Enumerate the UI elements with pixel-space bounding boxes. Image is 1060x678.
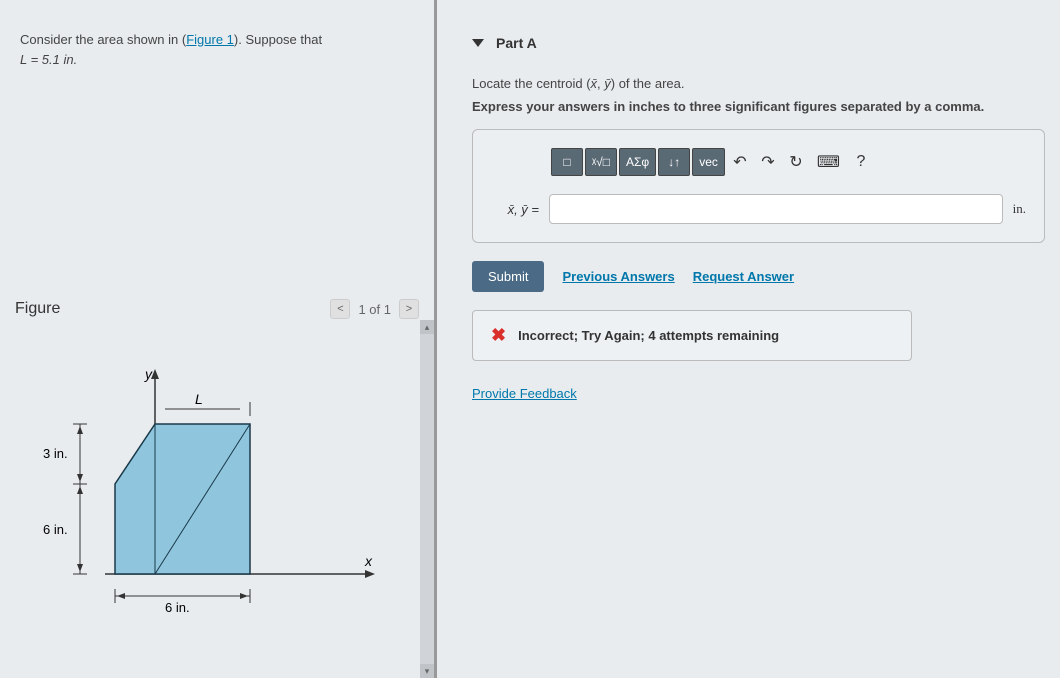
figure-scrollbar[interactable]: ▴ ▾ <box>420 320 434 678</box>
figure-next-button[interactable]: > <box>399 299 419 319</box>
scroll-up-icon[interactable]: ▴ <box>420 320 434 334</box>
unit-label: in. <box>1013 201 1026 217</box>
scroll-down-icon[interactable]: ▾ <box>420 664 434 678</box>
answer-box: □ ᵡ√□ ΑΣφ ↓↑ vec ↶ ↷ ↻ ⌨ ? x̄, ȳ = in. <box>472 129 1045 243</box>
problem-statement: Consider the area shown in (Figure 1). S… <box>15 20 419 94</box>
tool-undo[interactable]: ↶ <box>727 148 753 176</box>
tool-help[interactable]: ? <box>848 148 874 176</box>
incorrect-icon: ✖ <box>491 325 506 346</box>
figure-image: y x L 3 in. <box>15 324 419 634</box>
equation-toolbar: □ ᵡ√□ ΑΣφ ↓↑ vec ↶ ↷ ↻ ⌨ ? <box>551 148 1026 176</box>
tool-vec[interactable]: vec <box>692 148 725 176</box>
tool-root[interactable]: ᵡ√□ <box>585 148 617 176</box>
tool-template[interactable]: □ <box>551 148 583 176</box>
tool-redo[interactable]: ↷ <box>755 148 781 176</box>
tool-arrows[interactable]: ↓↑ <box>658 148 690 176</box>
figure-title: Figure <box>15 300 60 318</box>
feedback-box: ✖ Incorrect; Try Again; 4 attempts remai… <box>472 310 912 361</box>
instruction-locate: Locate the centroid (x̄, ȳ) of the area. <box>472 76 1045 91</box>
figure-link[interactable]: Figure 1 <box>186 32 234 47</box>
dim-L: L <box>195 391 203 407</box>
part-title: Part A <box>496 35 537 51</box>
dim-6in-h: 6 in. <box>165 600 190 614</box>
answer-input[interactable] <box>549 194 1003 224</box>
problem-prefix: Consider the area shown in ( <box>20 32 186 47</box>
previous-answers-link[interactable]: Previous Answers <box>562 269 674 284</box>
problem-suffix: ). Suppose that <box>234 32 322 47</box>
figure-prev-button[interactable]: < <box>330 299 350 319</box>
collapse-icon[interactable] <box>472 39 484 47</box>
submit-button[interactable]: Submit <box>472 261 544 292</box>
axis-x-label: x <box>364 553 373 569</box>
problem-equation: L = 5.1 in. <box>20 52 77 67</box>
input-label: x̄, ȳ = <box>491 202 539 217</box>
figure-nav-label: 1 of 1 <box>358 302 391 317</box>
feedback-text: Incorrect; Try Again; 4 attempts remaini… <box>518 328 779 343</box>
tool-keyboard[interactable]: ⌨ <box>811 148 846 176</box>
provide-feedback-link[interactable]: Provide Feedback <box>472 386 577 401</box>
dim-6in-v: 6 in. <box>43 522 68 537</box>
tool-greek[interactable]: ΑΣφ <box>619 148 656 176</box>
dim-3in: 3 in. <box>43 446 68 461</box>
request-answer-link[interactable]: Request Answer <box>693 269 794 284</box>
instruction-express: Express your answers in inches to three … <box>472 99 1045 114</box>
figure-nav: < 1 of 1 > <box>330 299 419 319</box>
axis-y-label: y <box>144 366 153 382</box>
tool-reset[interactable]: ↻ <box>783 148 809 176</box>
